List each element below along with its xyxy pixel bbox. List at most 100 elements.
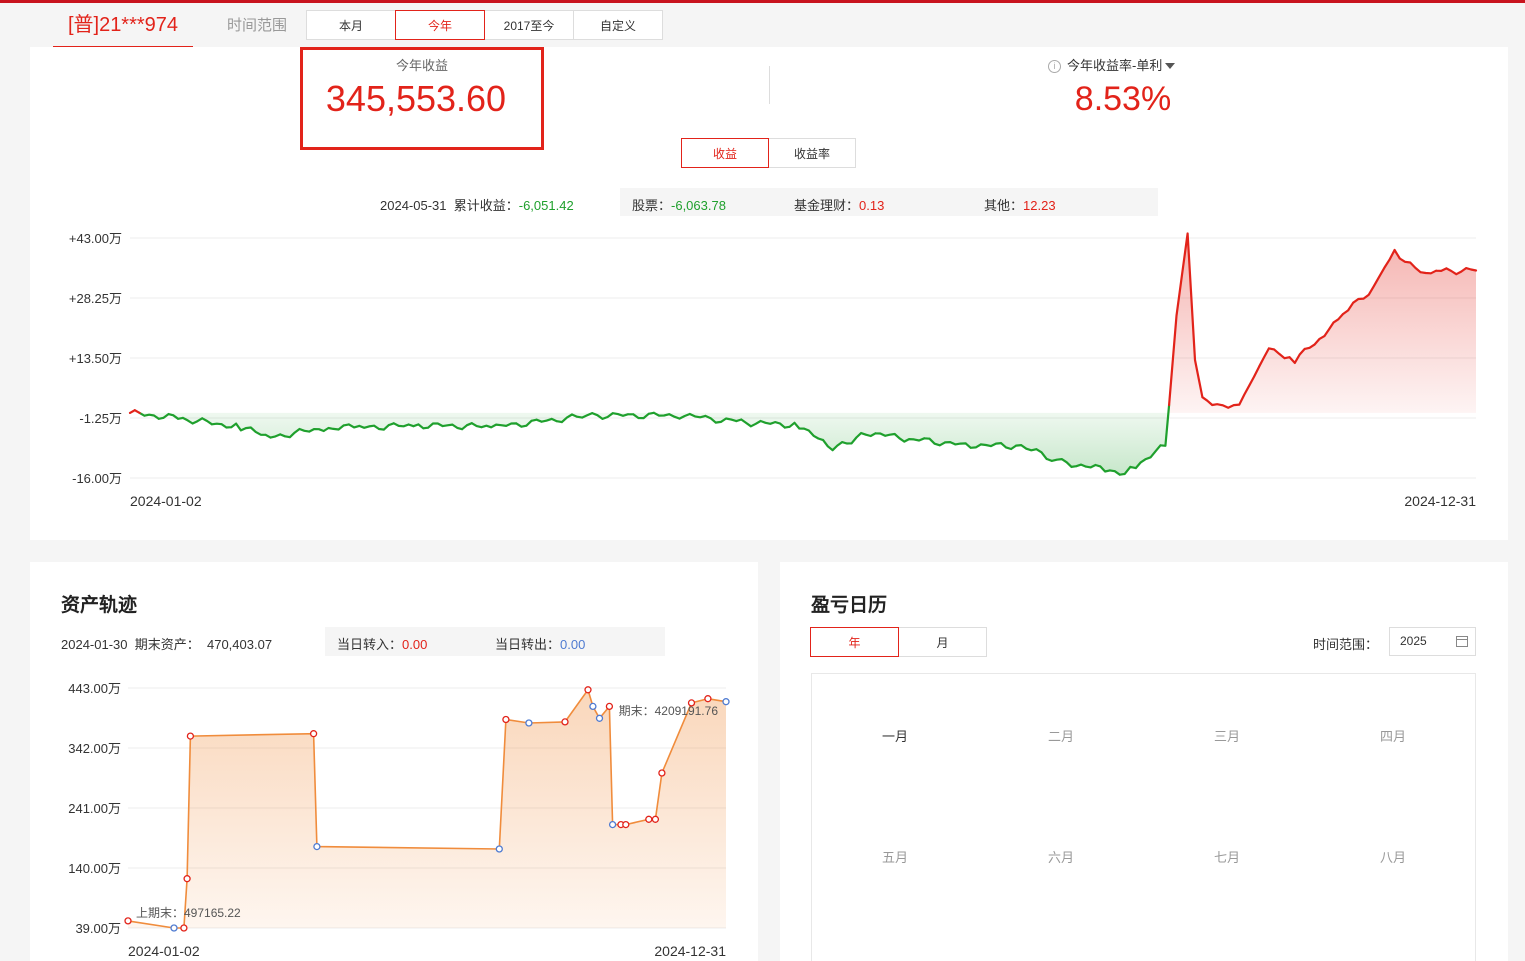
transfer-out-item: 当日转出：0.00 (495, 634, 585, 653)
y-tick-label: -16.00万 (72, 471, 122, 486)
tab-month[interactable]: 月 (898, 627, 987, 657)
info-icon[interactable]: i (1048, 60, 1061, 73)
calendar-range-label: 时间范围： (1313, 637, 1379, 652)
y-tick-label: 39.00万 (75, 921, 121, 936)
transfer-in-item: 当日转入：0.00 (337, 634, 427, 653)
transfer-out-value: 0.00 (560, 637, 586, 652)
account-tab[interactable]: [普]21***974 (53, 10, 193, 48)
transfer-marker (595, 714, 604, 722)
month-mar[interactable]: 三月 (1144, 726, 1310, 745)
stock-item: 股票：-6,063.78 (632, 195, 726, 214)
rate-value: 8.53% (1074, 80, 1172, 118)
transfer-in-label: 当日转入： (337, 637, 403, 652)
stock-label: 股票： (632, 198, 672, 213)
cum-profit-value: -6,051.42 (518, 198, 574, 213)
calendar-section-title: 盈亏日历 (811, 595, 888, 616)
asset-info-row: 2024-01-30 期末资产： 470,403.07 (61, 634, 272, 653)
tab-since-2017[interactable]: 2017至今 (484, 10, 574, 40)
month-aug[interactable]: 八月 (1310, 847, 1476, 866)
y-tick-label: +13.50万 (69, 351, 122, 366)
y-tick-label: +28.25万 (69, 291, 122, 306)
month-jul[interactable]: 七月 (1144, 847, 1310, 866)
transfer-marker (589, 702, 597, 711)
month-feb[interactable]: 二月 (978, 726, 1144, 745)
month-jan[interactable]: 一月 (812, 726, 978, 745)
y-tick-label: 443.00万 (68, 681, 121, 696)
y-tick-label: 241.00万 (68, 801, 121, 816)
transfer-marker (704, 695, 712, 703)
y-tick-label: 342.00万 (68, 741, 121, 756)
transfer-marker (561, 718, 569, 726)
asset-section-title: 资产轨迹 (61, 595, 138, 616)
transfer-marker (186, 732, 195, 740)
fund-label: 基金理财： (794, 198, 860, 213)
tab-year[interactable]: 年 (810, 627, 899, 657)
other-item: 其他：12.23 (984, 195, 1056, 214)
transfer-marker (502, 715, 510, 724)
transfer-in-value: 0.00 (402, 637, 428, 652)
y-tick-label: 140.00万 (68, 861, 121, 876)
calendar-mode-tabs: 年 月 (810, 627, 987, 657)
x-tick-label: 2024-12-31 (654, 943, 726, 959)
transfer-marker (525, 719, 533, 727)
tab-custom[interactable]: 自定义 (573, 10, 663, 40)
time-range-tabs: 本月 今年 2017至今 自定义 (306, 10, 663, 40)
x-tick-label: 2024-01-02 (128, 943, 200, 959)
transfer-out-label: 当日转出： (495, 637, 561, 652)
profit-tooltip-row: 2024-05-31 累计收益：-6,051.42 (380, 195, 574, 214)
x-tick-label: 2024-01-02 (130, 493, 202, 509)
x-tick-label: 2024-12-31 (1404, 493, 1476, 509)
top-accent-line (0, 0, 1525, 3)
rate-selector[interactable]: i 今年收益率-单利 (1048, 55, 1176, 74)
tab-profit[interactable]: 收益 (681, 138, 769, 168)
tooltip-date: 2024-05-31 (380, 198, 447, 213)
transfer-marker (645, 815, 653, 823)
end-asset-label: 期末资产： (134, 637, 200, 652)
annotation-end: 期末：4209191.76 (619, 704, 719, 718)
month-apr[interactable]: 四月 (1310, 726, 1476, 745)
transfer-marker (622, 820, 630, 829)
tab-this-year[interactable]: 今年 (395, 10, 485, 40)
fund-value: 0.13 (859, 198, 885, 213)
year-picker[interactable]: 2025 (1389, 627, 1476, 656)
month-jun[interactable]: 六月 (978, 847, 1144, 866)
transfer-marker (124, 917, 132, 925)
cum-profit-label: 累计收益： (453, 198, 519, 213)
y-tick-label: -1.25万 (79, 411, 122, 426)
fund-item: 基金理财：0.13 (794, 195, 884, 214)
tab-profit-rate[interactable]: 收益率 (768, 138, 856, 168)
gain-area (130, 233, 1476, 413)
year-value: 2025 (1400, 634, 1427, 648)
profit-chart[interactable]: +43.00万 +28.25万 +13.50万 -1.25万 -16.00万 2024-0… (30, 225, 1500, 520)
transfer-marker (313, 842, 321, 851)
transfer-marker (605, 702, 614, 711)
y-tick-label: +43.00万 (69, 231, 122, 246)
month-may[interactable]: 五月 (812, 847, 978, 866)
transfer-marker (584, 686, 592, 694)
transfer-marker (180, 924, 188, 932)
chart-mode-tabs: 收益 收益率 (681, 138, 856, 168)
transfer-marker (170, 924, 178, 932)
transfer-marker (722, 698, 730, 706)
rate-label: 今年收益率-单利 (1067, 58, 1163, 73)
profit-label: 今年收益 (395, 58, 448, 73)
stock-value: -6,063.78 (671, 198, 726, 213)
asset-area (128, 689, 726, 928)
loss-area (139, 405, 1170, 475)
month-grid: 一月 二月 三月 四月 五月 六月 七月 八月 (811, 673, 1476, 961)
transfer-marker (309, 730, 318, 738)
calendar-icon[interactable] (1456, 636, 1468, 647)
transfer-marker (495, 845, 503, 853)
end-asset-value: 470,403.07 (206, 637, 273, 652)
caret-down-icon[interactable] (1165, 63, 1176, 69)
time-range-label: 时间范围 (227, 17, 288, 34)
asset-chart[interactable]: 443.00万 342.00万 241.00万 140.00万 39.00万 上期末：49… (30, 675, 758, 961)
profit-value: 345,553.60 (325, 78, 507, 119)
other-value: 12.23 (1023, 198, 1056, 213)
summary-divider (769, 66, 770, 104)
other-label: 其他： (984, 198, 1024, 213)
transfer-marker (608, 820, 617, 829)
transfer-marker (183, 875, 191, 883)
annotation-start: 上期末：497165.22 (136, 906, 241, 920)
tab-this-month[interactable]: 本月 (306, 10, 396, 40)
